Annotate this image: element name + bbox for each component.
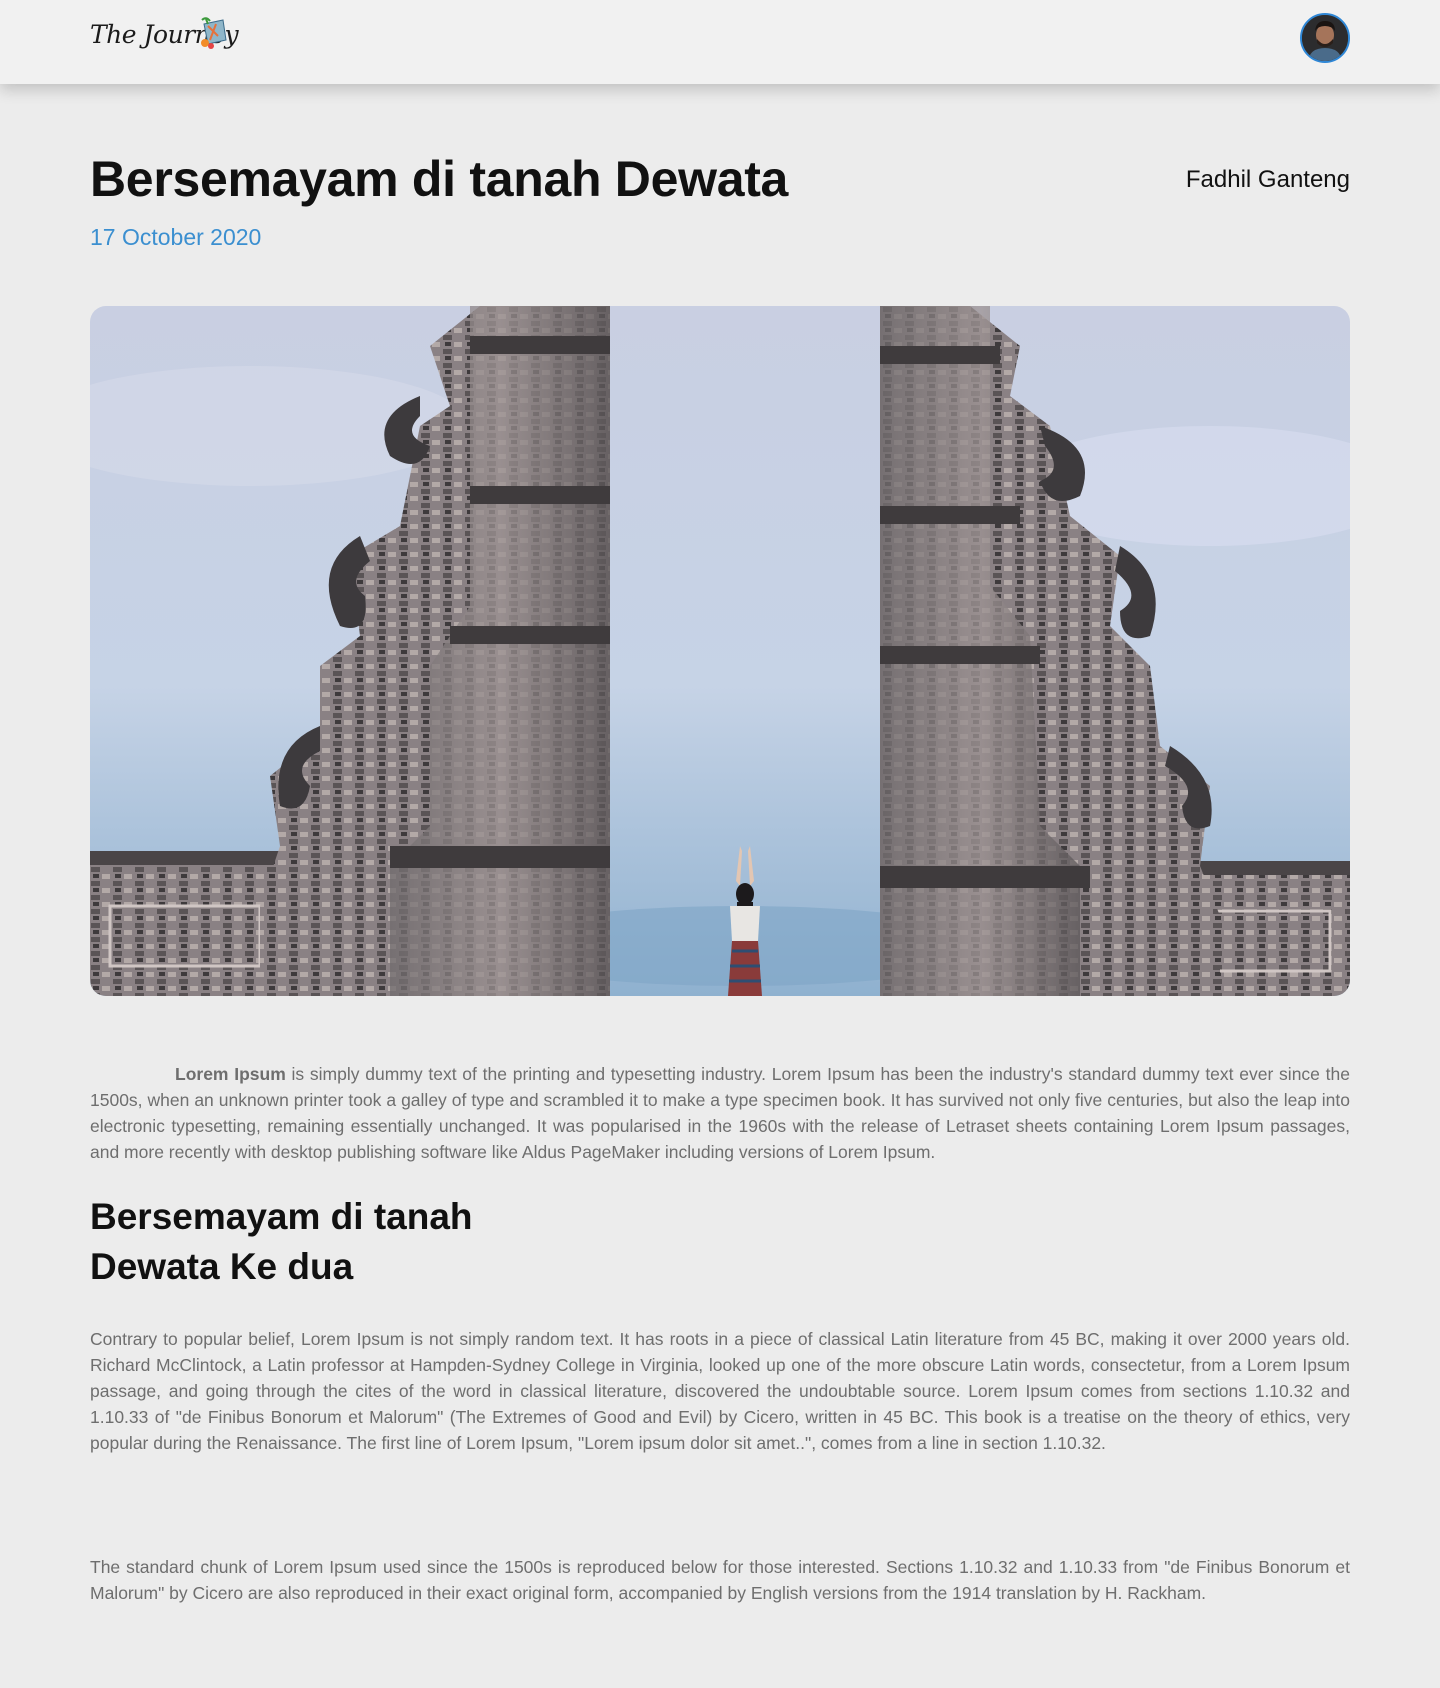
subtitle-line-2: Dewata Ke dua [90, 1246, 354, 1287]
user-avatar-icon [1302, 15, 1348, 61]
paragraph-1-bold: Lorem Ipsum [175, 1064, 286, 1084]
top-navbar: The Journey [0, 0, 1440, 84]
subtitle-line-1: Bersemayam di tanah [90, 1196, 473, 1237]
map-icon [201, 17, 227, 49]
hero-image [90, 306, 1350, 996]
article-date: 17 October 2020 [90, 224, 262, 250]
article-paragraph-1: Lorem Ipsum is simply dummy text of the … [90, 1061, 1350, 1165]
brand-logo[interactable]: The Journey [90, 14, 239, 64]
article-subtitle: Bersemayam di tanah Dewata Ke dua [90, 1192, 510, 1292]
user-avatar[interactable] [1300, 13, 1350, 63]
article-author[interactable]: Fadhil Ganteng [1186, 166, 1350, 194]
article-paragraph-3: The standard chunk of Lorem Ipsum used s… [90, 1557, 1350, 1603]
temple-gate-photo [90, 306, 1350, 996]
article-title: Bersemayam di tanah Dewata [90, 151, 789, 207]
article-paragraph-2: Contrary to popular belief, Lorem Ipsum … [90, 1329, 1350, 1453]
